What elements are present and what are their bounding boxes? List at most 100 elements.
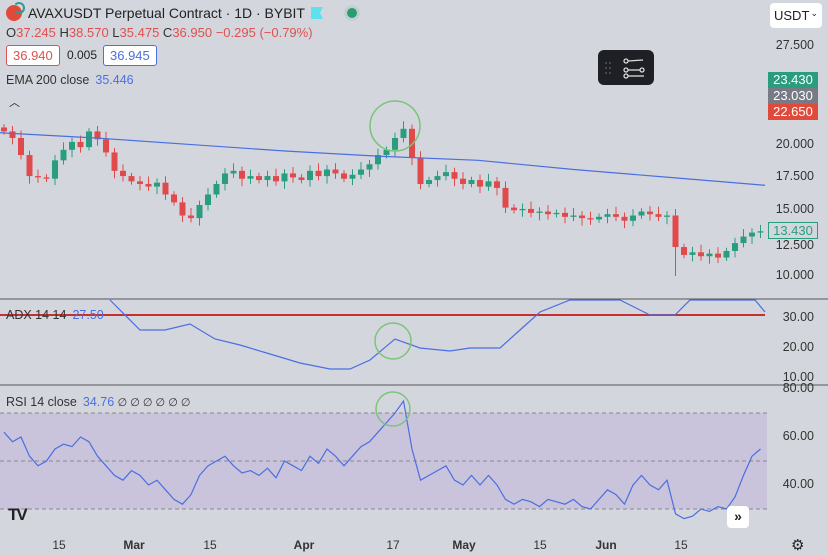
collapse-legend-icon[interactable]: ︿: [9, 94, 20, 110]
candle: [443, 172, 449, 177]
candle: [341, 173, 347, 179]
candle: [672, 215, 679, 248]
candle: [128, 176, 135, 182]
candle: [451, 172, 458, 179]
candle: [349, 174, 356, 179]
date-tick: 15: [52, 538, 66, 552]
candle: [230, 170, 237, 174]
date-tick: Apr: [293, 538, 315, 552]
currency-select[interactable]: USDT ⌄: [770, 3, 822, 28]
candle: [9, 131, 16, 138]
candle: [528, 208, 534, 213]
candle: [358, 169, 364, 175]
candle: [111, 152, 118, 171]
candle: [145, 183, 152, 187]
tradingview-logo[interactable]: TV: [8, 505, 28, 525]
candle: [205, 194, 211, 205]
object-tree-icon: [623, 58, 645, 79]
price-tick: 17.500: [775, 169, 814, 184]
candle: [613, 214, 619, 217]
candle: [434, 176, 441, 181]
candle: [723, 250, 730, 258]
candle: [604, 214, 611, 217]
candle: [749, 232, 755, 237]
price-tag: 23.430: [768, 72, 818, 88]
candle: [69, 141, 75, 150]
ohlc-readout: O37.245 H38.570 L35.475 C36.950 −0.295 (…: [6, 25, 313, 40]
candle: [281, 173, 288, 182]
candle: [264, 176, 271, 181]
price-tick: 27.500: [775, 38, 814, 52]
price-tick: 10.000: [775, 267, 814, 282]
drag-handle-icon[interactable]: [598, 50, 654, 85]
adx-tick: 20.00: [782, 340, 814, 354]
candle: [196, 204, 203, 219]
drawing-toolbar[interactable]: [598, 50, 654, 85]
price-tick: 15.000: [775, 202, 814, 217]
candle: [366, 164, 373, 170]
candle: [732, 243, 738, 251]
candle: [315, 170, 322, 177]
candle: [324, 169, 330, 177]
date-tick: 15: [203, 538, 217, 552]
candle: [647, 211, 653, 215]
settings-gear-icon[interactable]: ⚙: [791, 536, 804, 554]
price-tag: 22.650: [768, 104, 818, 120]
candle: [43, 177, 50, 179]
candle: [545, 211, 551, 215]
candle: [664, 215, 670, 217]
candle: [213, 183, 220, 195]
rsi-tick: 60.00: [782, 429, 814, 443]
candle: [154, 182, 160, 187]
candle: [468, 180, 475, 184]
adx-tick: 30.00: [782, 310, 814, 324]
candle: [477, 180, 483, 187]
avax-logo-icon: [6, 2, 25, 21]
market-status-icon: [347, 8, 357, 18]
price-tag: 23.030: [768, 88, 818, 104]
flag-icon[interactable]: [311, 7, 323, 19]
candle: [460, 178, 466, 184]
candle: [247, 176, 254, 179]
candle: [519, 208, 526, 211]
symbol-title[interactable]: AVAXUSDT Perpetual Contract · 1D · BYBIT: [6, 2, 357, 21]
ema-legend[interactable]: EMA 200 close 35.446: [6, 73, 134, 87]
candle: [655, 214, 662, 217]
candle: [562, 212, 568, 217]
price-tick: 20.000: [775, 136, 814, 151]
rsi-legend[interactable]: RSI 14 close 34.76 ∅ ∅ ∅ ∅ ∅ ∅: [6, 395, 190, 409]
candle: [417, 157, 424, 184]
date-tick: Jun: [595, 538, 617, 552]
scroll-to-realtime-button[interactable]: »: [727, 506, 749, 528]
date-tick: 15: [674, 538, 688, 552]
candle: [86, 131, 92, 148]
candle: [698, 252, 704, 257]
candle: [1, 127, 7, 132]
candle: [188, 215, 194, 219]
candle: [400, 128, 407, 138]
candle: [392, 137, 398, 150]
adx-legend[interactable]: ADX 14 14 27.50: [6, 308, 104, 322]
date-tick: May: [452, 538, 476, 552]
rsi-tick: 40.00: [782, 477, 814, 491]
date-tick: 15: [533, 538, 547, 552]
candle: [162, 182, 169, 195]
last-price-tag: 13.430: [768, 222, 818, 239]
candle: [120, 170, 126, 177]
candle: [740, 236, 747, 244]
candle: [26, 155, 33, 177]
buy-price-button[interactable]: 36.945: [103, 45, 157, 66]
candle: [307, 170, 313, 181]
candle: [502, 187, 509, 208]
candle: [587, 218, 594, 220]
candle: [579, 215, 585, 219]
candle: [52, 160, 58, 179]
candle: [494, 181, 500, 188]
rsi-tick: 80.00: [782, 381, 814, 395]
candle: [222, 173, 228, 184]
spread: 0.005: [67, 48, 98, 62]
candle: [757, 231, 764, 233]
candle: [60, 149, 67, 161]
candle: [638, 211, 645, 216]
sell-price-button[interactable]: 36.940: [6, 45, 60, 66]
